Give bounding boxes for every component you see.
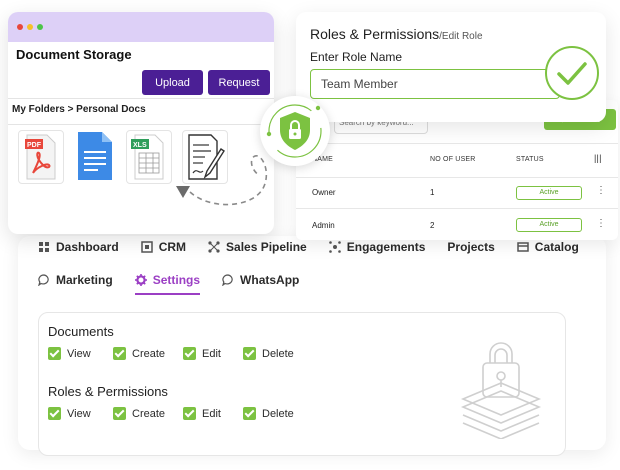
- xls-file-icon: XLS: [131, 134, 164, 180]
- nav-row-2: Marketing Settings WhatsApp: [38, 273, 315, 295]
- pdf-file-icon: PDF: [25, 134, 56, 180]
- checkbox-checked-icon: [113, 407, 126, 420]
- nav-row-1: Dashboard CRM Sales Pipeline Engagements…: [38, 240, 595, 254]
- roles-permissions-title: Roles & Permissions: [48, 384, 168, 399]
- more-options-icon[interactable]: ⋮: [596, 185, 606, 196]
- security-shield-badge: [260, 96, 330, 166]
- doc-file[interactable]: [72, 130, 118, 184]
- success-check-badge: [545, 46, 599, 100]
- whatsapp-icon: [222, 274, 233, 286]
- column-header-status: STATUS: [516, 156, 544, 163]
- dashboard-icon: [39, 242, 49, 252]
- pdf-file[interactable]: PDF: [18, 130, 64, 184]
- checkbox-checked-icon: [48, 407, 61, 420]
- documents-create-checkbox[interactable]: Create: [113, 347, 183, 360]
- roles-create-checkbox[interactable]: Create: [113, 407, 183, 420]
- row-admin-users: 2: [430, 221, 435, 230]
- documents-view-checkbox[interactable]: View: [48, 347, 113, 360]
- request-button[interactable]: Request: [208, 70, 270, 95]
- documents-title: Documents: [48, 324, 114, 339]
- tab-crm[interactable]: CRM: [140, 240, 186, 254]
- column-header-users: NO OF USER: [430, 156, 476, 163]
- divider: [296, 143, 618, 144]
- tab-whatsapp[interactable]: WhatsApp: [222, 273, 299, 287]
- row-owner-users: 1: [430, 188, 435, 197]
- breadcrumb: My Folders > Personal Docs: [12, 104, 146, 115]
- checkbox-checked-icon: [183, 407, 196, 420]
- window-titlebar: [8, 12, 274, 42]
- divider: [8, 124, 274, 125]
- doc-file-icon: [78, 132, 112, 180]
- xls-file[interactable]: XLS: [126, 130, 172, 184]
- roles-edit-checkbox[interactable]: Edit: [183, 407, 243, 420]
- tab-dashboard[interactable]: Dashboard: [38, 240, 119, 254]
- status-badge: Active: [516, 186, 582, 200]
- documents-delete-checkbox[interactable]: Delete: [243, 347, 308, 360]
- minimize-dot-icon[interactable]: [27, 24, 33, 30]
- roles-permissions-options: View Create Edit Delete: [48, 407, 308, 420]
- layered-lock-icon: [460, 342, 542, 439]
- tab-settings[interactable]: Settings: [134, 273, 201, 295]
- pipeline-icon: [208, 241, 220, 253]
- checkmark-icon: [557, 62, 587, 85]
- gear-icon: [134, 274, 147, 286]
- crm-icon: [140, 241, 153, 253]
- row-owner-name: Owner: [312, 188, 336, 197]
- checkbox-checked-icon: [183, 347, 196, 360]
- catalog-icon: [517, 242, 529, 252]
- row-admin-name: Admin: [312, 221, 335, 230]
- column-settings-icon[interactable]: |||: [594, 153, 602, 163]
- roles-delete-checkbox[interactable]: Delete: [243, 407, 308, 420]
- roles-view-checkbox[interactable]: View: [48, 407, 113, 420]
- tab-engagements[interactable]: Engagements: [328, 240, 425, 254]
- documents-edit-checkbox[interactable]: Edit: [183, 347, 243, 360]
- tab-sales-pipeline[interactable]: Sales Pipeline: [208, 240, 307, 254]
- role-name-input[interactable]: [310, 69, 560, 99]
- checkbox-checked-icon: [243, 347, 256, 360]
- checkbox-checked-icon: [113, 347, 126, 360]
- chat-bubble-icon: [38, 274, 49, 286]
- tab-marketing[interactable]: Marketing: [38, 273, 113, 287]
- more-options-icon[interactable]: ⋮: [596, 218, 606, 229]
- divider: [8, 98, 274, 99]
- documents-permissions: View Create Edit Delete: [48, 347, 308, 360]
- document-storage-title: Document Storage: [16, 47, 132, 62]
- maximize-dot-icon[interactable]: [37, 24, 43, 30]
- svg-text:PDF: PDF: [27, 142, 42, 149]
- checkbox-checked-icon: [48, 347, 61, 360]
- role-name-label: Enter Role Name: [310, 50, 403, 64]
- shield-lock-icon: [266, 104, 322, 158]
- divider: [296, 208, 618, 209]
- close-dot-icon[interactable]: [17, 24, 23, 30]
- divider: [296, 177, 618, 178]
- checkbox-checked-icon: [243, 407, 256, 420]
- tab-catalog[interactable]: Catalog: [517, 240, 579, 254]
- page-title: Roles & Permissions/Edit Role: [310, 26, 483, 42]
- upload-button[interactable]: Upload: [142, 70, 203, 95]
- tab-projects[interactable]: Projects: [447, 240, 494, 254]
- svg-text:XLS: XLS: [133, 142, 147, 149]
- engagements-icon: [328, 241, 341, 253]
- status-badge: Active: [516, 218, 582, 232]
